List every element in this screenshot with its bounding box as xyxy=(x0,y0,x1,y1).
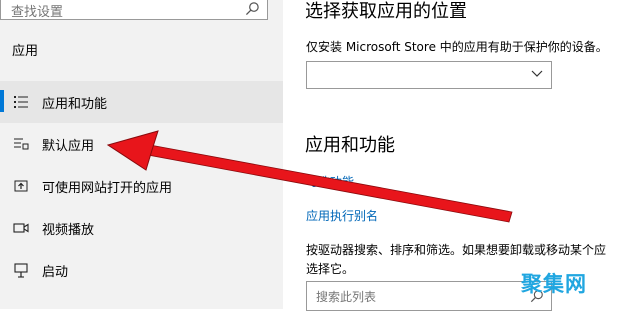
sidebar-item-label: 默认应用 xyxy=(42,139,95,154)
settings-search-placeholder: 查找设置 xyxy=(11,5,64,20)
sidebar-item-apps-for-websites[interactable]: 可使用网站打开的应用 xyxy=(0,165,283,207)
sidebar-item-label: 应用和功能 xyxy=(42,97,108,112)
app-execution-alias-link[interactable]: 应用执行别名 xyxy=(306,207,378,224)
sidebar-item-apps-features[interactable]: 应用和功能 xyxy=(0,81,283,123)
app-list-search-placeholder: 搜索此列表 xyxy=(316,290,377,304)
search-description-line-1: 按驱动器搜索、排序和筛选。如果想要卸载或移动某个应 xyxy=(306,243,607,257)
search-icon[interactable] xyxy=(245,1,260,16)
sidebar: 查找设置 应用 应用和功能 默认应用 可使用网站打开的应用 视频播放 启动 xyxy=(0,0,283,309)
settings-search-box[interactable]: 查找设置 xyxy=(0,0,268,20)
install-location-dropdown[interactable] xyxy=(306,61,552,89)
watermark-text: 聚集网 xyxy=(521,272,587,296)
section-title: 应用 xyxy=(12,44,39,59)
app-list-search-box[interactable]: 搜索此列表 xyxy=(306,281,552,311)
video-playback-icon xyxy=(13,223,29,233)
optional-features-link[interactable]: 可选功能 xyxy=(306,173,354,190)
default-apps-icon xyxy=(14,138,29,150)
sidebar-item-startup[interactable]: 启动 xyxy=(0,249,283,291)
sidebar-item-label: 可使用网站打开的应用 xyxy=(42,181,173,196)
chevron-down-icon xyxy=(531,70,543,77)
sidebar-item-label: 视频播放 xyxy=(42,223,95,238)
sidebar-item-label: 启动 xyxy=(42,265,69,280)
sidebar-item-default-apps[interactable]: 默认应用 xyxy=(0,123,283,165)
selected-indicator xyxy=(0,90,4,112)
apps-features-heading: 应用和功能 xyxy=(305,135,395,156)
apps-features-icon xyxy=(14,96,28,108)
search-description-line-2: 选择它。 xyxy=(306,262,355,276)
sidebar-item-video-playback[interactable]: 视频播放 xyxy=(0,207,283,249)
install-location-heading: 选择获取应用的位置 xyxy=(305,1,467,22)
install-location-description: 仅安装 Microsoft Store 中的应用有助于保护你的设备。 xyxy=(306,40,608,54)
startup-icon xyxy=(14,263,28,278)
apps-for-websites-icon xyxy=(14,180,28,192)
